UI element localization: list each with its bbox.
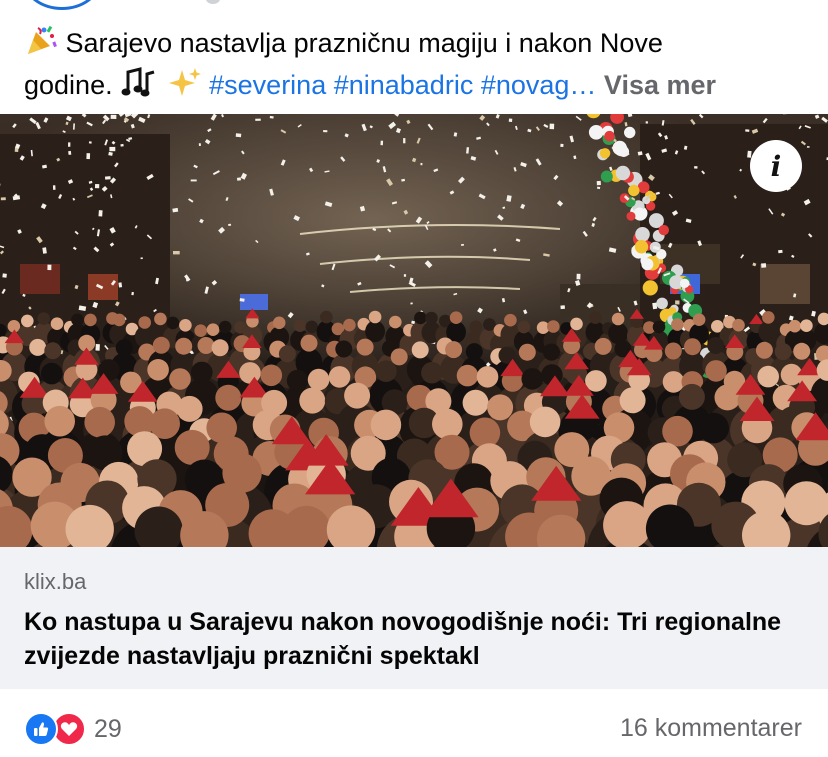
post-text: Sarajevo nastavlja prazničnu magiju i na… bbox=[24, 24, 814, 108]
reaction-count: 29 bbox=[94, 714, 122, 743]
reactions-summary[interactable]: 29 bbox=[24, 712, 122, 746]
post-photo[interactable]: i bbox=[0, 114, 828, 547]
info-icon[interactable]: i bbox=[750, 140, 802, 192]
post-text-line-2: godine. bbox=[24, 70, 113, 100]
party-popper-icon bbox=[24, 24, 58, 66]
verified-badge bbox=[206, 0, 220, 4]
like-icon bbox=[24, 712, 58, 746]
link-preview[interactable]: klix.ba Ko nastupa u Sarajevu nakon novo… bbox=[0, 547, 828, 689]
page-avatar[interactable] bbox=[24, 0, 100, 10]
post-text-line-1: Sarajevo nastavlja prazničnu magiju i na… bbox=[65, 28, 663, 58]
link-domain: klix.ba bbox=[24, 569, 87, 594]
see-more-button[interactable]: Visa mer bbox=[604, 70, 716, 100]
link-headline[interactable]: Ko nastupa u Sarajevu nakon novogodišnje… bbox=[24, 605, 814, 673]
hashtags-link[interactable]: #severina #ninabadric #novag… bbox=[209, 70, 596, 100]
comments-count-link[interactable]: 16 kommentarer bbox=[620, 714, 802, 743]
musical-notes-icon bbox=[120, 66, 160, 108]
sparkles-icon bbox=[168, 66, 202, 108]
post-footer: 29 16 kommentarer bbox=[0, 700, 828, 757]
crowd-confetti-image bbox=[0, 114, 828, 547]
